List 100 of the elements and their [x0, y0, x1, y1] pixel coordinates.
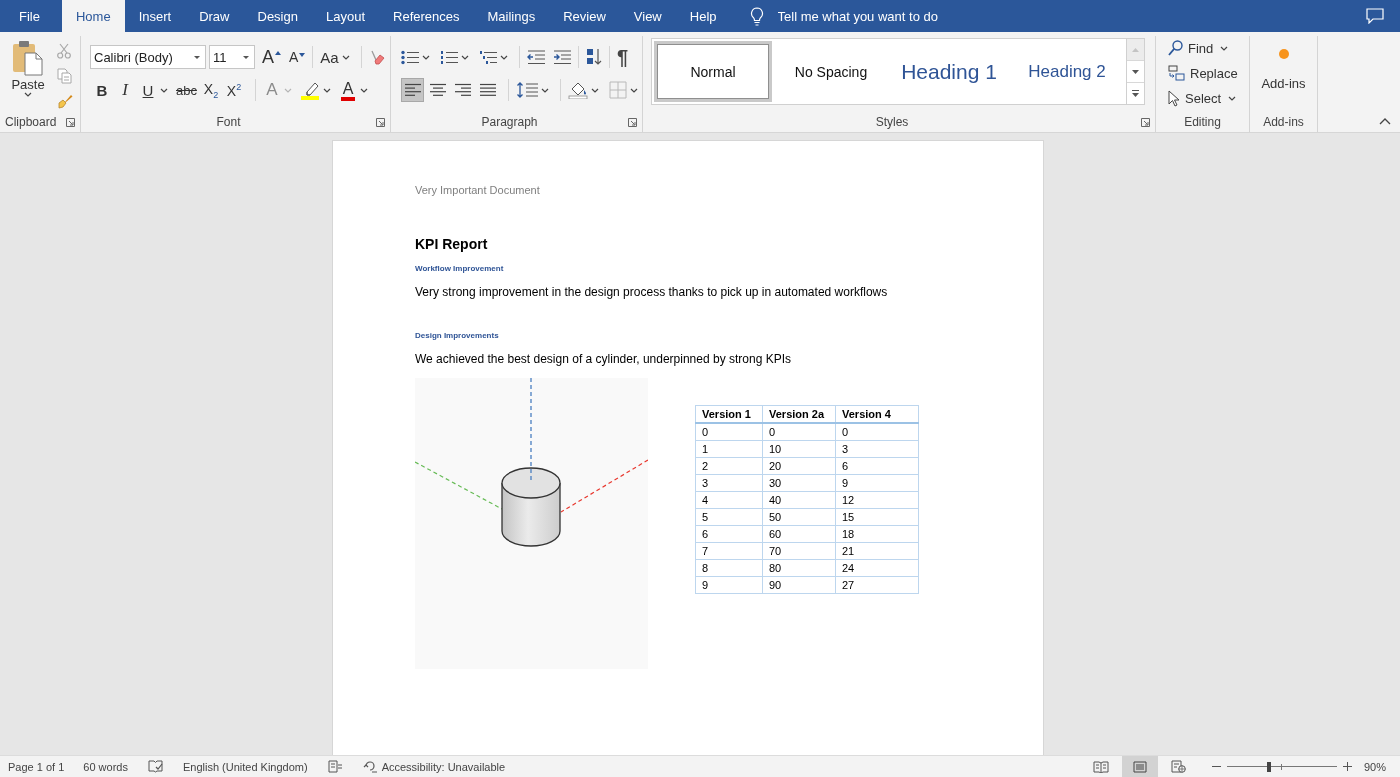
- group-label: Editing: [1184, 115, 1221, 129]
- paragraph-text: We achieved the best design of a cylinder, underpinned by strong KPIs: [415, 351, 792, 367]
- table-cell: 18: [835, 525, 919, 543]
- tell-me-field[interactable]: Tell me what you want to do: [777, 8, 988, 24]
- bullet-list-icon[interactable]: [401, 49, 419, 65]
- paint-bucket-icon[interactable]: [568, 81, 588, 99]
- chevron-down-icon: [1220, 45, 1229, 51]
- style-option[interactable]: Heading 1: [890, 41, 1008, 102]
- style-option[interactable]: Normal: [654, 41, 772, 102]
- page-header-text: Very Important Document: [415, 183, 541, 197]
- find-button[interactable]: Find: [1168, 36, 1233, 60]
- table-cell: 0: [835, 423, 919, 441]
- lightbulb-icon[interactable]: [749, 6, 764, 26]
- line-spacing-icon[interactable]: [516, 81, 538, 99]
- chevron-down-icon[interactable]: [591, 87, 599, 93]
- show-formatting-marks-button[interactable]: ¶: [617, 45, 629, 69]
- numbered-list-icon[interactable]: [440, 49, 458, 65]
- curved-arrow-icon[interactable]: [362, 760, 378, 773]
- shrink-font-button[interactable]: A: [289, 49, 306, 65]
- dialog-launcher-icon[interactable]: [376, 117, 385, 127]
- table-cell: 2: [695, 457, 763, 475]
- underline-button[interactable]: U: [139, 78, 157, 102]
- chevron-down-icon[interactable]: [461, 54, 469, 60]
- table-cell: 3: [835, 440, 919, 458]
- chevron-down-icon[interactable]: [359, 87, 368, 93]
- chevron-down-icon[interactable]: [630, 87, 638, 93]
- change-case-button[interactable]: Aa: [320, 48, 354, 66]
- ribbon-tab[interactable]: Layout: [311, 0, 379, 32]
- section-heading: Design Improvements: [415, 331, 500, 341]
- add-ins-button[interactable]: Add-ins: [1250, 36, 1317, 91]
- ribbon-tab[interactable]: Home: [61, 0, 125, 32]
- increase-indent-icon[interactable]: [553, 49, 571, 65]
- chevron-down-icon[interactable]: [160, 87, 168, 93]
- multilevel-list-icon[interactable]: [479, 49, 497, 65]
- page-count-text[interactable]: Page 1 of 1: [8, 760, 65, 773]
- subscript-button[interactable]: X$_{2}$: [201, 78, 220, 102]
- zoom-slider-thumb[interactable]: [1266, 761, 1271, 772]
- dropdown-arrow-icon: [243, 55, 249, 59]
- decrease-indent-icon[interactable]: [527, 49, 545, 65]
- font-size-field[interactable]: 11: [209, 45, 255, 69]
- ribbon-tab[interactable]: Design: [243, 0, 312, 32]
- bold-button[interactable]: B: [93, 78, 111, 102]
- table-header-cell: Version 1: [695, 405, 763, 423]
- ribbon-tab[interactable]: Mailings: [473, 0, 550, 32]
- align-left-icon: [404, 83, 421, 97]
- more-icon: [1132, 90, 1139, 97]
- table-header-cell: Version 2a: [762, 405, 836, 423]
- dialog-launcher-icon[interactable]: [1141, 117, 1150, 127]
- grow-font-button[interactable]: A: [262, 46, 281, 68]
- paste-button[interactable]: Paste: [6, 40, 50, 112]
- ribbon-tab[interactable]: Help: [675, 0, 731, 32]
- style-option[interactable]: No Spacing: [772, 41, 890, 102]
- comment-icon[interactable]: [1366, 8, 1384, 24]
- select-button[interactable]: Select: [1168, 86, 1241, 110]
- align-justify-icon: [479, 83, 496, 97]
- paragraph-text: Very strong improvement in the design process thanks to pick up in automated workflows: [415, 284, 889, 300]
- style-option[interactable]: Heading 2: [1008, 41, 1126, 102]
- group-label: Styles: [875, 115, 909, 129]
- strikethrough-button[interactable]: abc: [176, 78, 197, 102]
- ribbon-tab[interactable]: Insert: [124, 0, 186, 32]
- font-color-button[interactable]: A: [338, 78, 357, 102]
- dialog-launcher-icon[interactable]: [66, 117, 75, 127]
- ribbon-tab[interactable]: Draw: [185, 0, 244, 32]
- view-button[interactable]: [1121, 756, 1158, 777]
- chevron-up-icon[interactable]: [1379, 118, 1391, 125]
- plus-icon[interactable]: [1342, 762, 1352, 771]
- font-name-field[interactable]: Calibri (Body): [90, 45, 206, 69]
- ribbon-tab[interactable]: References: [379, 0, 474, 32]
- table-cell: 20: [762, 457, 836, 475]
- table-cell: 0: [695, 423, 763, 441]
- table-cell: 8: [695, 559, 763, 577]
- highlighter-icon[interactable]: [299, 80, 320, 100]
- accessibility-text[interactable]: Accessibility: Unavailable: [381, 760, 506, 773]
- table-cell: 6: [835, 457, 919, 475]
- dialog-launcher-icon[interactable]: [628, 117, 637, 127]
- chevron-down-icon[interactable]: [422, 54, 430, 60]
- chevron-down-icon[interactable]: [541, 87, 549, 93]
- ribbon-tab[interactable]: Review: [549, 0, 620, 32]
- table-cell: 5: [695, 508, 763, 526]
- alignment-button[interactable]: [401, 78, 424, 102]
- language-text[interactable]: English (United Kingdom): [182, 760, 308, 773]
- table-cell: 90: [762, 576, 836, 594]
- book-check-icon[interactable]: [147, 760, 163, 773]
- zoom-level-text[interactable]: 90%: [1363, 760, 1386, 773]
- table-cell: 80: [762, 559, 836, 577]
- chevron-down-icon[interactable]: [500, 54, 508, 60]
- chevron-down-icon[interactable]: [322, 87, 331, 93]
- superscript-button[interactable]: X$^{2}$: [224, 78, 243, 102]
- sort-icon[interactable]: [586, 48, 602, 66]
- table-cell: 10: [762, 440, 836, 458]
- web-page-icon: [1171, 760, 1187, 773]
- table-cell: 50: [762, 508, 836, 526]
- cursor-icon: [1168, 89, 1180, 107]
- ribbon-tab[interactable]: View: [619, 0, 676, 32]
- italic-button[interactable]: I: [116, 78, 134, 102]
- open-book-icon: [1092, 760, 1109, 773]
- replace-button[interactable]: Replace: [1168, 61, 1238, 85]
- ribbon-tab[interactable]: File: [5, 0, 54, 32]
- table-cell: 60: [762, 525, 836, 543]
- word-count-text[interactable]: 60 words: [83, 760, 128, 773]
